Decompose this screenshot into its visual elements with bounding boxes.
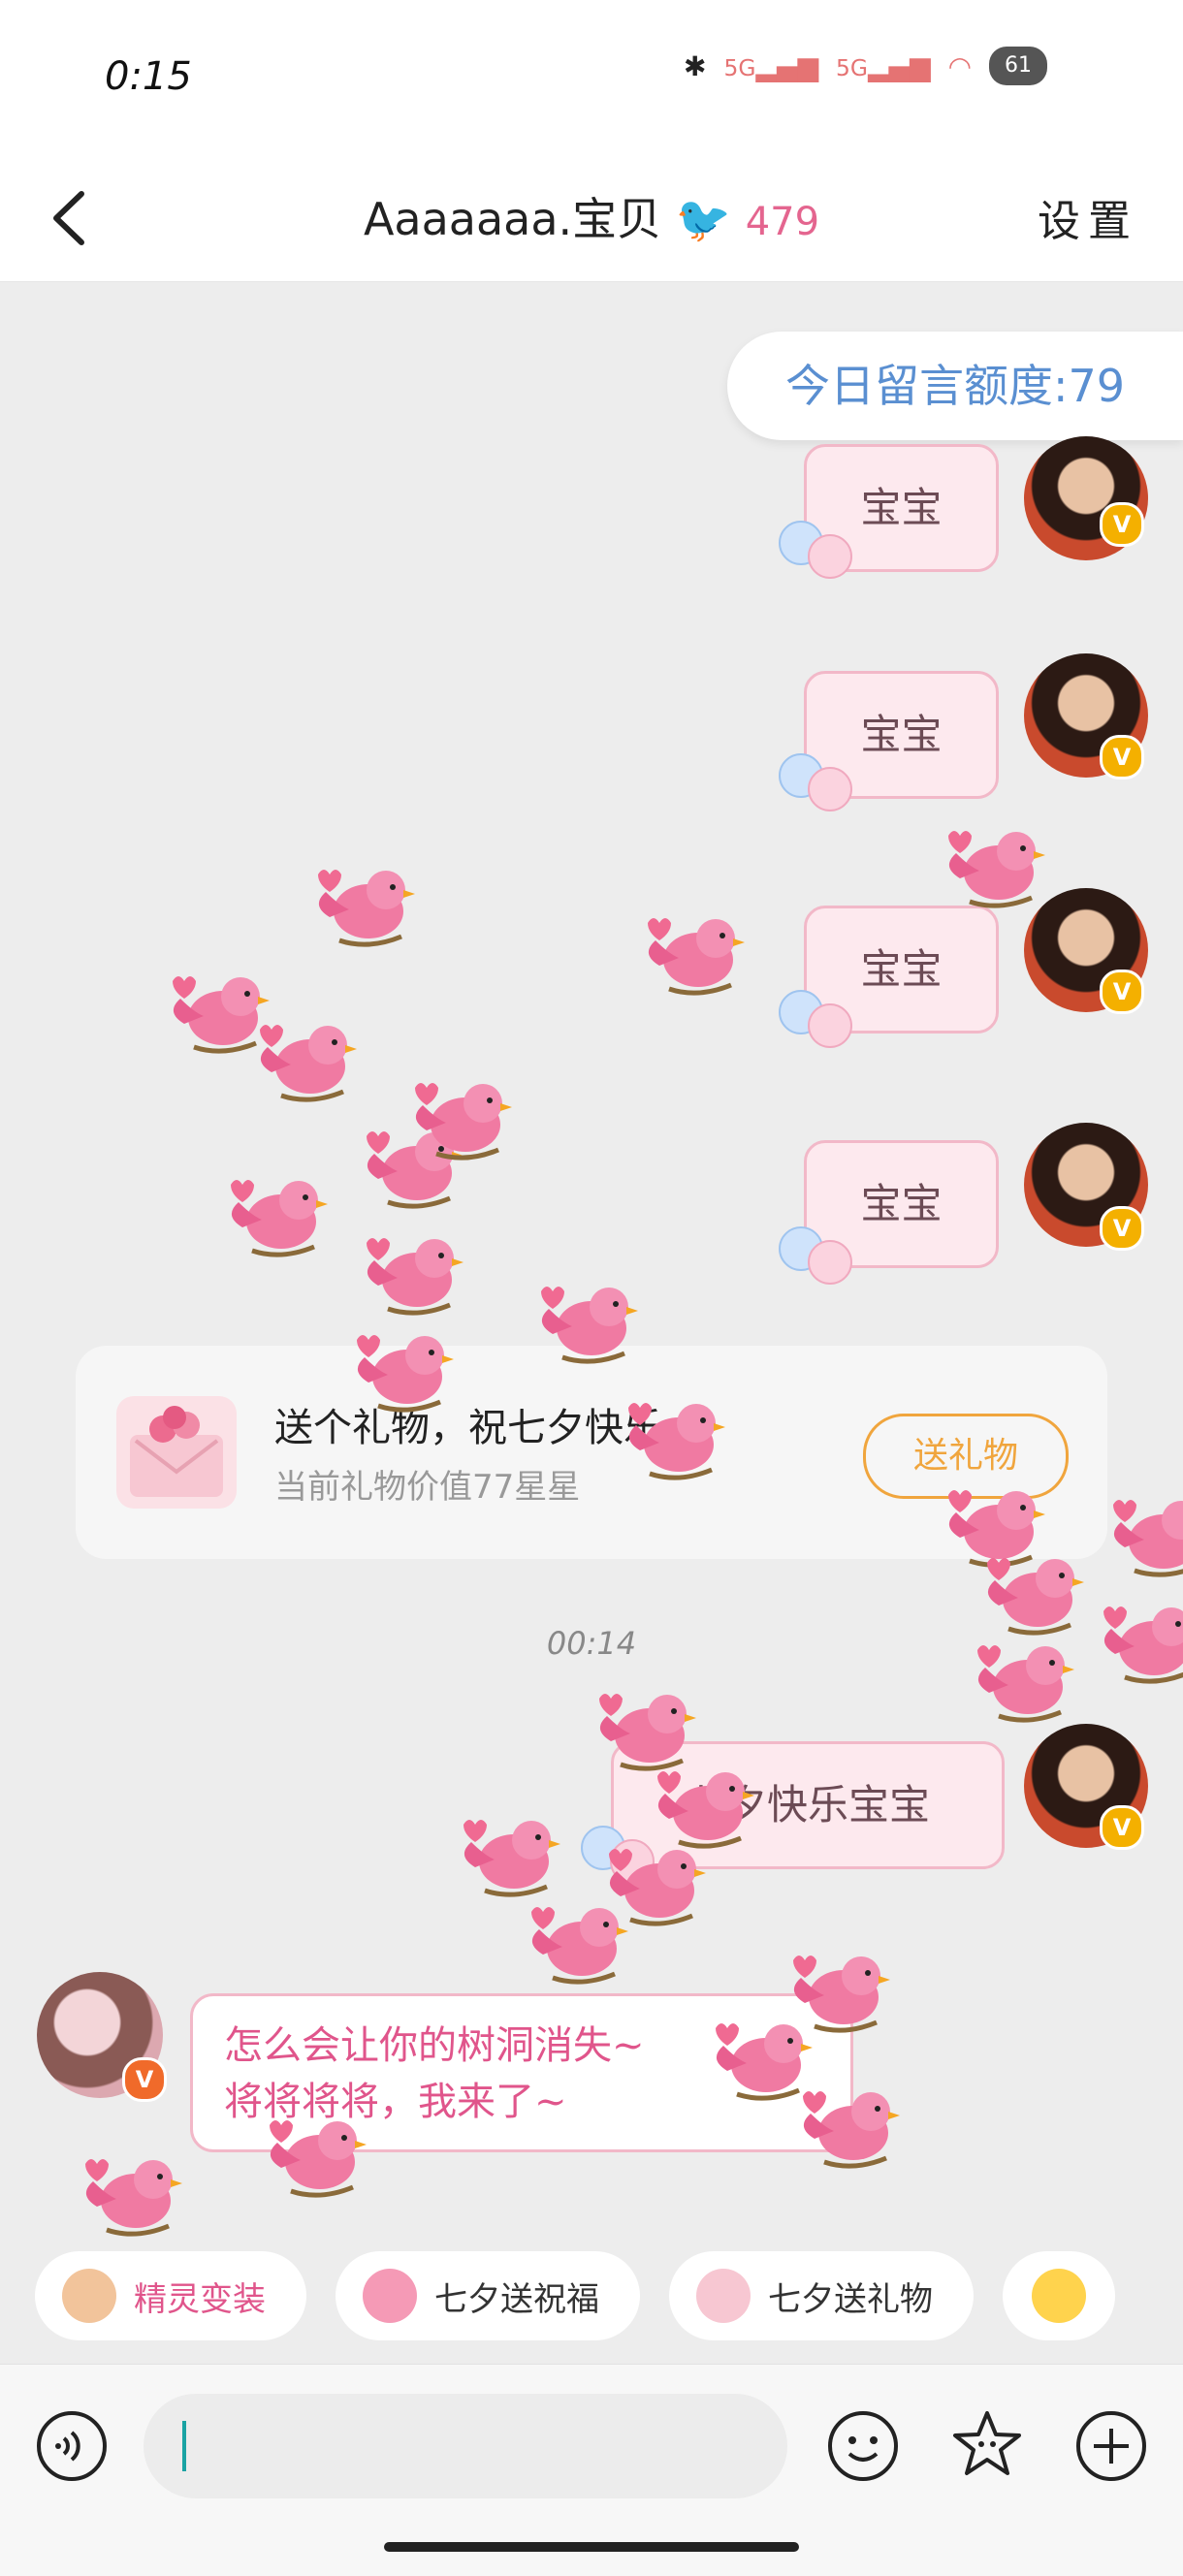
gift-title: 送个礼物，祝七夕快乐~ — [274, 1406, 695, 1450]
pink-bird-icon — [363, 2269, 417, 2323]
hearts-icon — [779, 990, 852, 1048]
timestamp: 00:14 — [546, 1625, 637, 1662]
verified-badge-icon: V — [1100, 1805, 1144, 1850]
pink-bird-icon — [531, 1907, 628, 1985]
gift-suggestion-card: 送个礼物，祝七夕快乐~ 当前礼物价值77星星 送礼物 — [76, 1346, 1107, 1559]
chat-header: Aaaaaaa.宝贝 🐦 479 设置 — [0, 155, 1183, 282]
message-line-1: 怎么会让你的树洞消失~ — [224, 2023, 645, 2068]
star-icon — [1032, 2269, 1086, 2323]
pink-bird-icon — [85, 2159, 182, 2237]
quick-action-chips: 精灵变装 七夕送祝福 七夕送礼物 — [35, 2251, 1183, 2340]
status-icons: ✱ 5G▂▄▆ 5G▂▄▆ ◠ 61 — [684, 47, 1047, 85]
text-caret — [182, 2421, 186, 2471]
hearts-icon — [779, 521, 852, 579]
pink-bird-icon — [987, 1558, 1084, 1636]
star-sticker-icon[interactable] — [950, 2407, 1024, 2481]
wifi-icon: ◠ — [947, 49, 972, 82]
chip-send-blessing[interactable]: 七夕送祝福 — [336, 2251, 640, 2340]
emoji-icon[interactable] — [826, 2409, 900, 2483]
home-indicator — [384, 2542, 799, 2552]
message-line-2: 将将将将，我来了~ — [224, 2080, 567, 2124]
pink-bird-icon — [415, 1083, 512, 1161]
settings-button[interactable]: 设置 — [1038, 186, 1138, 248]
pink-bird-icon — [260, 1025, 357, 1102]
verified-badge-icon: V — [1100, 970, 1144, 1014]
send-gift-button[interactable]: 送礼物 — [863, 1414, 1069, 1499]
verified-badge-icon: V — [122, 2057, 167, 2102]
status-time: 0:15 — [105, 54, 192, 99]
daily-quota-badge: 今日留言额度:79 — [727, 332, 1183, 440]
pink-bird-icon — [318, 870, 415, 947]
bluetooth-icon: ✱ — [684, 49, 707, 82]
chat-title: Aaaaaaa.宝贝 🐦 479 — [0, 184, 1183, 248]
plus-icon[interactable] — [1074, 2409, 1148, 2483]
hearts-icon — [779, 1226, 852, 1285]
battery-indicator: 61 — [989, 47, 1047, 85]
tulip-envelope-icon — [116, 1396, 237, 1509]
chip-label: 精灵变装 — [134, 2279, 266, 2319]
chip-star[interactable] — [1003, 2251, 1115, 2340]
signal-icon-2: 5G▂▄▆ — [836, 49, 931, 82]
verified-badge-icon: V — [1100, 502, 1144, 547]
chip-send-gift[interactable]: 七夕送礼物 — [669, 2251, 974, 2340]
pink-bird-icon — [948, 831, 1045, 908]
pink-bird-icon — [1113, 1500, 1183, 1577]
chip-label: 七夕送礼物 — [768, 2279, 933, 2319]
pink-bird-icon — [648, 918, 745, 996]
message-input[interactable] — [144, 2394, 787, 2498]
hearts-icon — [581, 1826, 655, 1884]
chip-label: 七夕送祝福 — [434, 2279, 599, 2319]
message-bubble-out[interactable]: 七夕快乐宝宝 — [611, 1741, 1005, 1869]
verified-badge-icon: V — [1100, 1206, 1144, 1251]
monkey-icon — [62, 2269, 116, 2323]
signal-label-2: 5G — [836, 53, 868, 81]
pink-bird-icon: 🐦 — [675, 193, 732, 245]
gift-value-text: 当前礼物价值77星星 — [274, 1468, 581, 1507]
message-bubble-in[interactable]: 怎么会让你的树洞消失~ 将将将将，我来了~ — [190, 1993, 853, 2152]
voice-icon[interactable] — [35, 2409, 109, 2483]
signal-label: 5G — [723, 53, 756, 81]
gift-envelope-icon — [696, 2269, 751, 2323]
intimacy-score: 479 — [745, 200, 820, 244]
pink-bird-icon — [367, 1131, 464, 1209]
contact-name: Aaaaaaa.宝贝 — [363, 193, 662, 245]
verified-badge-icon: V — [1100, 735, 1144, 779]
pink-bird-icon — [231, 1180, 328, 1257]
status-bar: 0:15 ✱ 5G▂▄▆ 5G▂▄▆ ◠ 61 — [0, 0, 1183, 155]
pink-bird-icon — [464, 1820, 560, 1897]
chip-sprite-costume[interactable]: 精灵变装 — [35, 2251, 306, 2340]
pink-bird-icon — [367, 1238, 464, 1316]
signal-icon: 5G▂▄▆ — [723, 49, 819, 82]
pink-bird-icon — [173, 976, 270, 1054]
hearts-icon — [779, 753, 852, 811]
